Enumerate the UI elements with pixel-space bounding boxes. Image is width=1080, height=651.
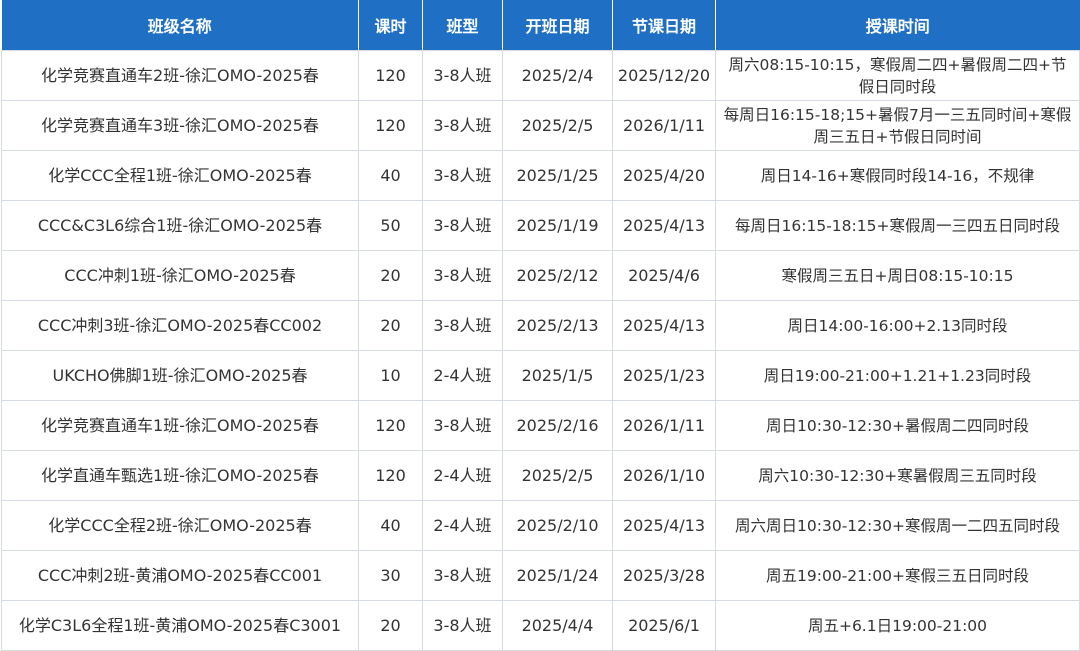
cell-class-name: 化学竞赛直通车1班-徐汇OMO-2025春	[1, 400, 359, 451]
cell-start-date: 2025/1/24	[502, 550, 613, 601]
table-row: 化学C3L6全程1班-黄浦OMO-2025春C3001 20 3-8人班 202…	[1, 600, 1080, 651]
cell-end-date: 2025/4/13	[612, 300, 716, 351]
cell-class-name: 化学C3L6全程1班-黄浦OMO-2025春C3001	[1, 600, 359, 651]
cell-class-time: 周日10:30-12:30+暑假周二四同时段	[715, 400, 1080, 451]
cell-class-name: 化学直通车甄选1班-徐汇OMO-2025春	[1, 450, 359, 501]
class-schedule-table: 班级名称 课时 班型 开班日期 节课日期 授课时间 化学竞赛直通车2班-徐汇OM…	[1, 0, 1080, 651]
cell-class-time: 周五+6.1日19:00-21:00	[715, 600, 1080, 651]
cell-class-type: 2-4人班	[422, 450, 503, 501]
cell-hours: 120	[358, 450, 423, 501]
cell-end-date: 2025/1/23	[612, 350, 716, 401]
cell-class-time: 每周日16:15-18;15+暑假7月一三五同时间+寒假周三五日+节假日同时间	[715, 100, 1080, 151]
cell-hours: 40	[358, 150, 423, 201]
cell-class-type: 3-8人班	[422, 100, 503, 151]
table-row: 化学竞赛直通车3班-徐汇OMO-2025春 120 3-8人班 2025/2/5…	[1, 100, 1080, 151]
cell-start-date: 2025/2/4	[502, 50, 613, 101]
cell-hours: 120	[358, 400, 423, 451]
cell-hours: 20	[358, 250, 423, 301]
cell-end-date: 2026/1/11	[612, 100, 716, 151]
header-class-name: 班级名称	[1, 0, 359, 51]
table-row: CCC冲刺1班-徐汇OMO-2025春 20 3-8人班 2025/2/12 2…	[1, 250, 1080, 301]
header-hours: 课时	[358, 0, 423, 51]
cell-class-time: 周五19:00-21:00+寒假三五日同时段	[715, 550, 1080, 601]
cell-class-name: CCC冲刺1班-徐汇OMO-2025春	[1, 250, 359, 301]
cell-class-name: CCC冲刺2班-黄浦OMO-2025春CC001	[1, 550, 359, 601]
cell-class-time: 寒假周三五日+周日08:15-10:15	[715, 250, 1080, 301]
cell-start-date: 2025/2/5	[502, 450, 613, 501]
table-row: 化学CCC全程2班-徐汇OMO-2025春 40 2-4人班 2025/2/10…	[1, 500, 1080, 551]
cell-class-time: 每周日16:15-18:15+寒假周一三四五日同时段	[715, 200, 1080, 251]
cell-end-date: 2026/1/10	[612, 450, 716, 501]
header-class-type: 班型	[422, 0, 503, 51]
header-row: 班级名称 课时 班型 开班日期 节课日期 授课时间	[1, 0, 1080, 51]
cell-class-time: 周六08:15-10:15，寒假周二四+暑假周二四+节假日同时段	[715, 50, 1080, 101]
cell-end-date: 2025/12/20	[612, 50, 716, 101]
header-start-date: 开班日期	[502, 0, 613, 51]
cell-class-type: 3-8人班	[422, 550, 503, 601]
cell-class-time: 周六10:30-12:30+寒暑假周三五同时段	[715, 450, 1080, 501]
cell-hours: 30	[358, 550, 423, 601]
cell-start-date: 2025/2/13	[502, 300, 613, 351]
cell-end-date: 2025/4/13	[612, 200, 716, 251]
cell-class-name: 化学CCC全程1班-徐汇OMO-2025春	[1, 150, 359, 201]
cell-hours: 20	[358, 600, 423, 651]
table-header: 班级名称 课时 班型 开班日期 节课日期 授课时间	[1, 0, 1080, 51]
cell-start-date: 2025/2/10	[502, 500, 613, 551]
table-row: 化学竞赛直通车1班-徐汇OMO-2025春 120 3-8人班 2025/2/1…	[1, 400, 1080, 451]
table-row: CCC冲刺3班-徐汇OMO-2025春CC002 20 3-8人班 2025/2…	[1, 300, 1080, 351]
cell-hours: 10	[358, 350, 423, 401]
cell-start-date: 2025/4/4	[502, 600, 613, 651]
cell-end-date: 2025/4/6	[612, 250, 716, 301]
cell-class-name: 化学竞赛直通车3班-徐汇OMO-2025春	[1, 100, 359, 151]
cell-hours: 120	[358, 100, 423, 151]
cell-class-type: 3-8人班	[422, 250, 503, 301]
cell-class-name: CCC冲刺3班-徐汇OMO-2025春CC002	[1, 300, 359, 351]
table-row: 化学CCC全程1班-徐汇OMO-2025春 40 3-8人班 2025/1/25…	[1, 150, 1080, 201]
cell-start-date: 2025/2/5	[502, 100, 613, 151]
cell-start-date: 2025/1/25	[502, 150, 613, 201]
header-end-date: 节课日期	[612, 0, 716, 51]
cell-class-type: 3-8人班	[422, 50, 503, 101]
cell-hours: 40	[358, 500, 423, 551]
cell-class-type: 3-8人班	[422, 200, 503, 251]
cell-class-name: 化学CCC全程2班-徐汇OMO-2025春	[1, 500, 359, 551]
cell-class-type: 2-4人班	[422, 500, 503, 551]
cell-hours: 20	[358, 300, 423, 351]
cell-hours: 120	[358, 50, 423, 101]
cell-end-date: 2025/4/20	[612, 150, 716, 201]
cell-class-type: 2-4人班	[422, 350, 503, 401]
cell-class-time: 周日14:00-16:00+2.13同时段	[715, 300, 1080, 351]
cell-end-date: 2025/4/13	[612, 500, 716, 551]
table-row: UKCHO佛脚1班-徐汇OMO-2025春 10 2-4人班 2025/1/5 …	[1, 350, 1080, 401]
header-class-time: 授课时间	[715, 0, 1080, 51]
cell-class-type: 3-8人班	[422, 400, 503, 451]
cell-start-date: 2025/1/5	[502, 350, 613, 401]
table-row: 化学直通车甄选1班-徐汇OMO-2025春 120 2-4人班 2025/2/5…	[1, 450, 1080, 501]
cell-class-time: 周日19:00-21:00+1.21+1.23同时段	[715, 350, 1080, 401]
cell-end-date: 2025/6/1	[612, 600, 716, 651]
cell-class-type: 3-8人班	[422, 300, 503, 351]
cell-class-type: 3-8人班	[422, 150, 503, 201]
table-row: 化学竞赛直通车2班-徐汇OMO-2025春 120 3-8人班 2025/2/4…	[1, 50, 1080, 101]
cell-start-date: 2025/1/19	[502, 200, 613, 251]
table-row: CCC&C3L6综合1班-徐汇OMO-2025春 50 3-8人班 2025/1…	[1, 200, 1080, 251]
cell-class-name: UKCHO佛脚1班-徐汇OMO-2025春	[1, 350, 359, 401]
cell-class-name: CCC&C3L6综合1班-徐汇OMO-2025春	[1, 200, 359, 251]
cell-class-name: 化学竞赛直通车2班-徐汇OMO-2025春	[1, 50, 359, 101]
cell-start-date: 2025/2/16	[502, 400, 613, 451]
cell-class-time: 周六周日10:30-12:30+寒假周一二四五同时段	[715, 500, 1080, 551]
cell-hours: 50	[358, 200, 423, 251]
cell-start-date: 2025/2/12	[502, 250, 613, 301]
cell-class-time: 周日14-16+寒假同时段14-16，不规律	[715, 150, 1080, 201]
cell-end-date: 2025/3/28	[612, 550, 716, 601]
table-row: CCC冲刺2班-黄浦OMO-2025春CC001 30 3-8人班 2025/1…	[1, 550, 1080, 601]
cell-end-date: 2026/1/11	[612, 400, 716, 451]
cell-class-type: 3-8人班	[422, 600, 503, 651]
table-body: 化学竞赛直通车2班-徐汇OMO-2025春 120 3-8人班 2025/2/4…	[1, 50, 1080, 651]
